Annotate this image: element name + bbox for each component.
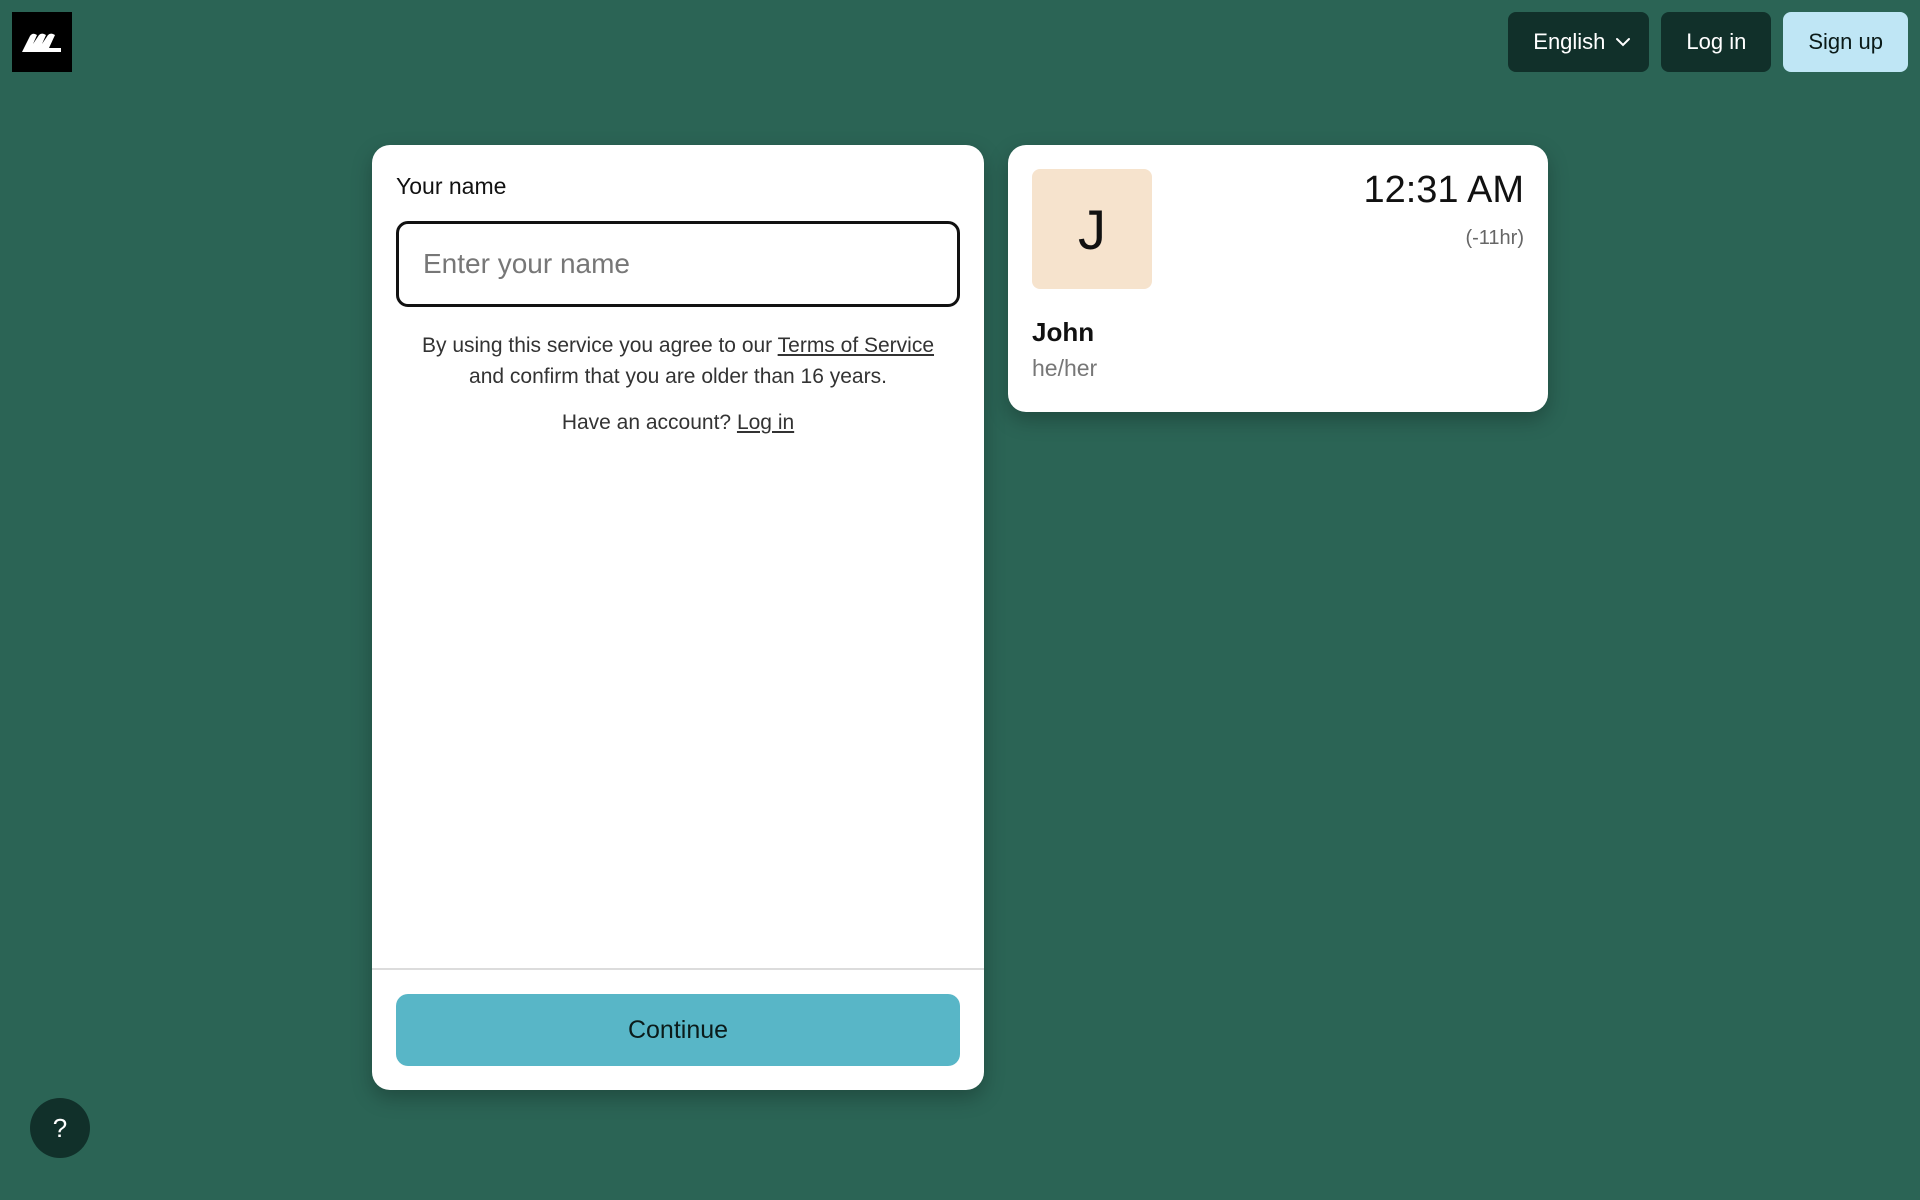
account-prompt: Have an account? Log in (396, 411, 960, 435)
terms-suffix: and confirm that you are older than 16 y… (469, 365, 887, 388)
name-input[interactable] (396, 221, 960, 307)
avatar: J (1032, 169, 1152, 289)
account-prompt-text: Have an account? (561, 411, 732, 434)
name-form-card: Your name By using this service you agre… (372, 145, 984, 1090)
terms-prefix: By using this service you agree to our (421, 334, 773, 357)
signup-button[interactable]: Sign up (1783, 12, 1908, 72)
continue-button[interactable]: Continue (396, 994, 960, 1066)
profile-card: J 12:31 AM (-11hr) John he/her (1008, 145, 1548, 412)
profile-name: John (1032, 317, 1095, 347)
language-selector[interactable]: English (1508, 12, 1650, 72)
brand-logo-icon[interactable] (12, 12, 72, 72)
help-button[interactable]: ? (30, 1098, 90, 1158)
terms-of-service-link[interactable]: Terms of Service (778, 334, 934, 357)
header-actions: English Log in Sign up (1508, 12, 1908, 72)
header-login-button[interactable]: Log in (1661, 12, 1772, 72)
profile-pronouns: he/her (1032, 355, 1098, 381)
chevron-down-icon (1616, 38, 1631, 47)
name-label: Your name (396, 173, 507, 199)
form-footer-divider (372, 968, 984, 970)
local-time: 12:31 AM (1363, 169, 1524, 211)
terms-notice: By using this service you agree to our T… (396, 330, 960, 392)
language-label: English (1533, 29, 1606, 54)
form-login-link[interactable]: Log in (737, 411, 794, 434)
time-offset: (-11hr) (1465, 227, 1524, 249)
